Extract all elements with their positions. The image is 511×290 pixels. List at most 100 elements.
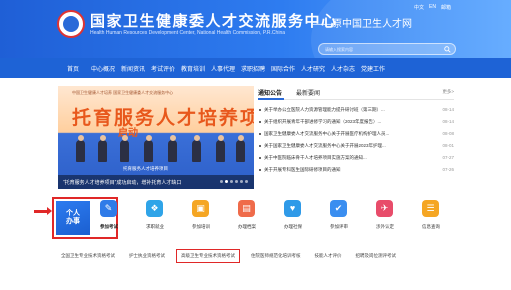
nav-magazine[interactable]: 人才杂志 [328,64,358,73]
news-tabs: 通知公告 最新要闻 更多> [258,86,454,100]
archive-icon: ▤ [238,200,255,217]
news-item[interactable]: 关于举办公立医院人力资源管理能力提升研讨班（第三期）... 08-14 [258,105,454,117]
news-item[interactable]: 国家卫生健康委人才交流服务中心关于开展医疗机构护理人员... 08-08 [258,129,454,141]
service-label: 信息查询 [422,224,440,229]
lang-link-en[interactable]: EN [429,4,436,11]
review-icon: ✔ [330,200,347,217]
service-archive[interactable]: ▤ 办理档案 [230,197,264,237]
site-title: 国家卫生健康委人才交流服务中心 [90,13,338,30]
main-nav: 首页 中心概况 新闻资讯 考试评价 教育培训 人事代理 求职招聘 国际合作 人才… [0,58,511,78]
news-item[interactable]: 关于组织开展青年干部进修学习的通知（2023年度报告）... 08-14 [258,117,454,129]
news-item-title[interactable]: 关于国家卫生健康委人才交流服务中心关于开展2023年护理... [264,143,424,149]
news-item-date: 07-26 [442,167,454,172]
news-panel: 通知公告 最新要闻 更多> 关于举办公立医院人力资源管理能力提升研讨班（第三期）… [258,86,454,189]
exam-icon: ✎ [100,200,117,217]
training-icon: ▣ [192,200,209,217]
service-exam[interactable]: ✎ 参加考试 [92,197,126,237]
banner-top-text: 中国卫生健康人才培养 国家卫生健康委人才交流服务中心 [72,90,174,95]
insurance-icon: ♥ [284,200,301,217]
lang-link-cn[interactable]: 中文 [414,4,424,11]
news-item-date: 08-08 [442,131,454,136]
nav-exams[interactable]: 考试评价 [148,64,178,73]
link-national-health-exam[interactable]: 全国卫生专业技术资格考试 [58,253,118,259]
carousel-dots [220,180,248,183]
bullet-icon [259,145,261,147]
active-tab-underline [258,98,284,100]
service-label: 参加考试 [100,224,118,229]
nav-party[interactable]: 党建工作 [358,64,388,73]
nav-training[interactable]: 教育培训 [178,64,208,73]
bullet-icon [259,121,261,123]
news-item-date: 08-01 [442,143,454,148]
carousel-dot-active[interactable] [225,180,228,183]
former-site-name: ——原中国卫生人才网 [312,19,412,30]
personal-services-block: 个人办事 [56,201,90,235]
nav-about[interactable]: 中心概况 [88,64,118,73]
service-label: 办理社保 [284,224,302,229]
service-query[interactable]: ☰ 信息查询 [414,197,448,237]
nav-home[interactable]: 首页 [58,64,88,73]
banner-headline: 托育服务人才培养项 [72,108,254,129]
news-item[interactable]: 关于开展专科医生国际研修项目的通知 07-26 [258,165,454,177]
nav-jobs[interactable]: 求职招聘 [238,64,268,73]
search-icon[interactable] [444,46,451,53]
news-more-link[interactable]: 更多> [442,89,454,95]
foreign-icon: ✈ [376,200,393,217]
carousel-dot[interactable] [235,180,238,183]
nav-research[interactable]: 人才研究 [298,64,328,73]
service-job[interactable]: ❖ 求职就业 [138,197,172,237]
search-input[interactable] [325,46,435,53]
news-banner-carousel[interactable]: 中国卫生健康人才培养 国家卫生健康委人才交流服务中心 托育服务人才培养项 启动 … [58,86,254,189]
news-item-title[interactable]: 国家卫生健康委人才交流服务中心关于开展医疗机构护理人员... [264,131,424,137]
news-item-title[interactable]: 关于举办公立医院人力资源管理能力提升研讨班（第三期）... [264,107,424,113]
link-nurse-exam[interactable]: 护士执业资格考试 [126,253,168,259]
nav-personnel[interactable]: 人事代理 [208,64,238,73]
banner-screen-label: 托育服务人才培养项目 [123,166,168,171]
emblem-icon [63,16,79,32]
carousel-dot[interactable] [245,180,248,183]
service-review[interactable]: ✔ 参加评审 [322,197,356,237]
site-logo[interactable] [57,10,85,38]
service-bar: 个人办事 ✎ 参加考试 ❖ 求职就业 ▣ 参加培训 ▤ 办理档案 ♥ 办理社保 … [52,197,456,239]
news-item-title[interactable]: 关于开展专科医生国际研修项目的通知 [264,167,424,173]
bullet-icon [259,133,261,135]
highlight-arrow-annotation [34,207,52,215]
link-recruitment-exam[interactable]: 招聘及岗位测评考试 [353,253,400,259]
exam-quick-links: 全国卫生专业技术资格考试 护士执业资格考试 高级卫生专业技术资格考试 住院医师规… [52,249,456,263]
news-item-date: 08-14 [442,119,454,124]
news-item[interactable]: 关于中医院临床骨干人才培养项目实施方案的通知... 07-27 [258,153,454,165]
banner-subheadline: 启动 [118,128,138,139]
link-residency-exam[interactable]: 住院医师规范化培训考核 [248,253,304,259]
news-list: 关于举办公立医院人力资源管理能力提升研讨班（第三期）... 08-14 关于组织… [258,105,454,177]
job-icon: ❖ [146,200,163,217]
service-training[interactable]: ▣ 参加培训 [184,197,218,237]
service-insurance[interactable]: ♥ 办理社保 [276,197,310,237]
tab-notices[interactable]: 通知公告 [258,88,282,97]
tab-latest-news[interactable]: 最新要闻 [296,88,320,97]
banner-caption-bar: “托育服务人才培养项目”成功启动，增补托育人才缺口 [58,175,254,189]
service-foreign[interactable]: ✈ 涉外认定 [368,197,402,237]
news-item-title[interactable]: 关于组织开展青年干部进修学习的通知（2023年度报告）... [264,119,424,125]
banner-photo-people [68,135,248,162]
personal-services-label: 个人办事 [66,210,80,225]
language-links: 中文 EN 邮箱 [414,4,451,11]
news-item-title[interactable]: 关于中医院临床骨干人才培养项目实施方案的通知... [264,155,424,161]
link-senior-health-exam[interactable]: 高级卫生专业技术资格考试 [176,249,240,263]
nav-international[interactable]: 国际合作 [268,64,298,73]
site-title-en: Health Human Resources Development Cente… [90,30,285,36]
service-label: 涉外认定 [376,224,394,229]
carousel-dot[interactable] [220,180,223,183]
news-item[interactable]: 关于国家卫生健康委人才交流服务中心关于开展2023年护理... 08-01 [258,141,454,153]
news-item-date: 08-14 [442,107,454,112]
service-label: 求职就业 [146,224,164,229]
news-item-date: 07-27 [442,155,454,160]
mailbox-link[interactable]: 邮箱 [441,4,451,11]
banner-caption[interactable]: “托育服务人才培养项目”成功启动，增补托育人才缺口 [63,179,181,186]
nav-news[interactable]: 新闻资讯 [118,64,148,73]
query-icon: ☰ [422,200,439,217]
link-skills-evaluation[interactable]: 技能人才评价 [312,253,345,259]
service-label: 参加评审 [330,224,348,229]
carousel-dot[interactable] [230,180,233,183]
carousel-dot[interactable] [240,180,243,183]
bullet-icon [259,169,261,171]
